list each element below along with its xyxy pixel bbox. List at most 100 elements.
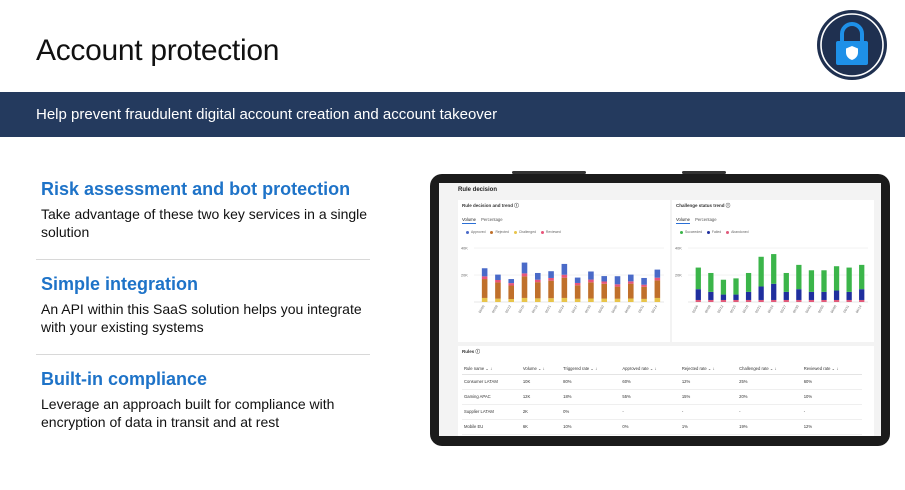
- bar-segment-challenged: [614, 284, 621, 287]
- bar-segment-challenged: [534, 279, 541, 283]
- bar-segment-approved: [627, 298, 634, 302]
- x-tick-label: 06/05: [611, 304, 619, 313]
- bar-segment-reviewed: [534, 272, 541, 280]
- feature-risk-assessment: Risk assessment and bot protection Take …: [36, 176, 370, 241]
- feature-simple-integration: Simple integration An API within this Sa…: [36, 271, 370, 336]
- x-tick-label: 05/15: [729, 304, 737, 313]
- bar-segment-challenged: [481, 276, 488, 280]
- bar-segment-failed: [846, 291, 852, 300]
- table-cell: 6K: [520, 419, 562, 435]
- bar-segment-failed: [833, 290, 840, 300]
- tab-percentage[interactable]: Percentage: [695, 217, 716, 222]
- bar-segment-abandoned: [859, 299, 865, 302]
- card-title: Rule decision and trend ⓘ: [462, 203, 519, 208]
- chart-legend: Succeeded Failed Abandoned: [676, 230, 748, 234]
- bar-segment-failed: [720, 294, 727, 300]
- rule-decision-card: Rule decision and trend ⓘ Volume Percent…: [458, 200, 670, 342]
- bar-segment-failed: [783, 291, 789, 300]
- bar-segment-approved: [588, 298, 594, 302]
- bar-segment-succeeded: [796, 264, 802, 290]
- legend-item: Succeeded: [685, 230, 702, 234]
- x-tick-label: 06/14: [855, 304, 863, 313]
- x-tick-label: 05/27: [779, 304, 787, 313]
- bar-segment-challenged: [588, 279, 594, 283]
- legend-item: Rejected: [495, 230, 509, 234]
- y-tick-label: 20K: [461, 274, 468, 278]
- bar-segment-abandoned: [846, 299, 852, 302]
- info-icon[interactable]: ⓘ: [476, 349, 481, 354]
- column-header[interactable]: Triggered rate ⌄ ↓: [561, 363, 621, 375]
- table-cell: 0%: [561, 404, 621, 420]
- table-cell: 55%: [620, 389, 680, 405]
- tab-volume[interactable]: Volume: [676, 217, 690, 224]
- bar-segment-succeeded: [783, 272, 789, 292]
- bar-segment-rejected: [495, 282, 501, 299]
- bar-segment-reviewed: [574, 277, 581, 283]
- bar-segment-approved: [481, 297, 488, 302]
- info-icon[interactable]: ⓘ: [726, 203, 731, 208]
- bar-segment-rejected: [548, 280, 554, 299]
- table-row[interactable]: Mobile EU 6K 10% 0% 1% 19% 12%: [462, 419, 862, 435]
- column-header[interactable]: Rule name ⌄ ↓: [462, 363, 521, 375]
- bar-segment-abandoned: [733, 299, 739, 302]
- tab-volume[interactable]: Volume: [462, 217, 476, 224]
- bar-segment-challenged: [561, 274, 568, 278]
- lock-icon: [817, 10, 887, 80]
- x-tick-label: 06/14: [651, 304, 659, 313]
- column-header[interactable]: Rejected rate ⌄ ↓: [679, 363, 738, 375]
- column-header[interactable]: Volume ⌄ ↓: [520, 363, 562, 375]
- divider: [36, 259, 370, 260]
- feature-title: Built-in compliance: [41, 369, 208, 389]
- table-cell: 19%: [737, 419, 802, 435]
- y-tick-label: 40K: [461, 247, 468, 251]
- bar-segment-reviewed: [614, 276, 621, 285]
- table-row[interactable]: Supplier LATAM 2K 0% - - - -: [462, 404, 862, 420]
- x-tick-label: 05/30: [584, 304, 592, 313]
- bar-segment-challenged: [627, 281, 634, 284]
- bar-segment-succeeded: [771, 254, 777, 284]
- table-cell: 60%: [801, 374, 862, 390]
- legend-item: Approved: [471, 230, 486, 234]
- banner-text: Help prevent fraudulent digital account …: [36, 106, 498, 123]
- bar-segment-abandoned: [808, 299, 815, 302]
- info-icon[interactable]: ⓘ: [514, 203, 519, 208]
- table-cell: 12%: [679, 374, 738, 390]
- column-header[interactable]: Reviewed rate ⌄ ↓: [801, 363, 862, 375]
- bar-segment-succeeded: [808, 270, 815, 292]
- bar-segment-rejected: [508, 285, 515, 300]
- bar-segment-challenged: [574, 282, 581, 286]
- feature-text: An API within this SaaS solution helps y…: [41, 301, 362, 335]
- bar-segment-approved: [614, 298, 621, 302]
- bar-segment-rejected: [601, 283, 608, 299]
- bar-segment-reviewed: [508, 279, 515, 284]
- bar-segment-succeeded: [745, 272, 752, 292]
- bar-segment-failed: [808, 291, 815, 300]
- table-cell: 12%: [801, 419, 862, 435]
- table-row[interactable]: Gaming APAC 12K 18% 55% 15% 20% 10%: [462, 389, 862, 405]
- table-cell: Supplier LATAM: [462, 404, 521, 420]
- view-tabs: Volume Percentage: [462, 217, 503, 224]
- column-header[interactable]: Approved rate ⌄ ↓: [620, 363, 680, 375]
- bar-segment-rejected: [588, 282, 594, 299]
- table-cell: -: [737, 404, 802, 420]
- bar-segment-approved: [521, 297, 528, 302]
- bar-segment-abandoned: [708, 299, 714, 302]
- bar-segment-approved: [534, 298, 541, 302]
- bar-segment-failed: [733, 294, 739, 300]
- legend-item: Abandoned: [731, 230, 749, 234]
- bar-segment-failed: [695, 289, 701, 300]
- bar-segment-abandoned: [771, 299, 777, 302]
- screen-title: Rule decision: [458, 187, 498, 193]
- column-header[interactable]: Challenged rate ⌄ ↓: [737, 363, 802, 375]
- y-tick-label: 40K: [675, 247, 682, 251]
- table-cell: 10K: [520, 374, 562, 390]
- table-row[interactable]: Consumer LATAM 10K 80% 60% 12% 25% 60%: [462, 374, 862, 390]
- x-tick-label: 05/21: [544, 304, 552, 313]
- bar-segment-reviewed: [601, 276, 608, 282]
- tab-percentage[interactable]: Percentage: [481, 217, 502, 222]
- bar-segment-approved: [574, 298, 581, 302]
- legend-item: Reviewed: [545, 230, 561, 234]
- x-tick-label: 05/24: [767, 304, 775, 313]
- x-tick-label: 05/30: [792, 304, 800, 313]
- divider: [36, 354, 370, 355]
